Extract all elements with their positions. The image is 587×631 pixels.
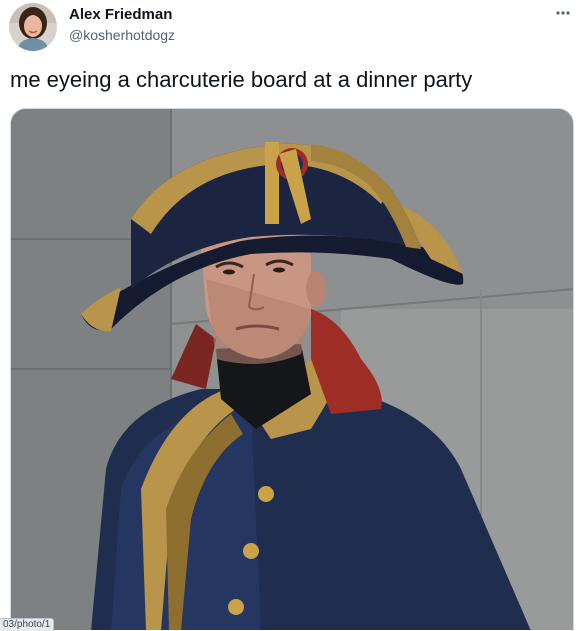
author-handle[interactable]: @kosherhotdogz [69, 27, 175, 43]
photo-icon [11, 109, 573, 630]
tweet-card: Alex Friedman @kosherhotdogz me eyeing a… [0, 0, 587, 631]
browser-status-url: 03/photo/1 [0, 618, 55, 631]
tweet-text: me eyeing a charcuterie board at a dinne… [10, 67, 473, 92]
ellipsis-icon [556, 11, 570, 15]
avatar[interactable] [9, 3, 57, 51]
author-display-name[interactable]: Alex Friedman [69, 6, 172, 23]
profile-photo-icon [9, 3, 57, 51]
tweet-photo[interactable] [10, 108, 574, 630]
more-options-button[interactable] [552, 2, 574, 24]
